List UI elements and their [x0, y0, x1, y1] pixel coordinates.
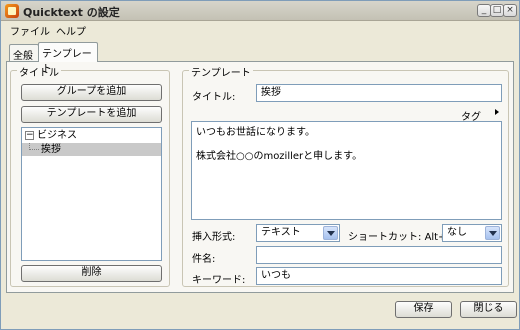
chevron-down-icon[interactable] — [485, 226, 500, 240]
tree-item-greeting[interactable]: 挨拶 — [22, 143, 161, 156]
template-body-textarea[interactable]: いつもお世話になります。 株式会社○○のmozillerと申します。 — [191, 121, 502, 220]
tab-template[interactable]: テンプレート — [38, 42, 98, 75]
add-template-button[interactable]: テンプレートを追加 — [21, 106, 162, 123]
keyword-field[interactable]: いつも — [256, 267, 502, 285]
shortcut-label: ショートカット: Alt+ — [348, 228, 446, 243]
close-button[interactable]: 閉じる — [460, 301, 517, 318]
body-line: いつもお世話になります。 — [196, 127, 315, 138]
body-line: 株式会社○○のmozillerと申します。 — [196, 151, 363, 162]
tab-general[interactable]: 全般 — [9, 44, 39, 62]
shortcut-value: なし — [447, 227, 467, 238]
menu-help[interactable]: ヘルプ — [56, 23, 86, 38]
insert-format-select[interactable]: テキスト — [256, 224, 340, 242]
keyword-label: キーワード: — [192, 275, 246, 286]
window-title: Quicktext の設定 — [23, 6, 120, 19]
title-field[interactable]: 挨拶 — [256, 84, 502, 102]
app-icon — [5, 4, 19, 18]
delete-button[interactable]: 削除 — [21, 265, 162, 282]
tree-connector — [29, 143, 39, 150]
maximize-icon[interactable]: □ — [490, 4, 504, 17]
minimize-icon[interactable]: _ — [477, 4, 491, 17]
subject-label: 件名: — [192, 254, 216, 265]
menu-file[interactable]: ファイル — [10, 23, 50, 38]
shortcut-select[interactable]: なし — [442, 224, 502, 242]
shortcut-label-text: ショートカット: — [348, 232, 422, 243]
chevron-right-icon[interactable] — [495, 109, 499, 115]
insert-format-value: テキスト — [261, 227, 301, 238]
close-icon[interactable]: × — [503, 4, 517, 17]
tree-item-label: 挨拶 — [41, 144, 61, 155]
menubar: ファイル ヘルプ — [1, 21, 519, 39]
title-group-legend: タイトル — [17, 64, 61, 79]
title-bar[interactable]: Quicktext の設定 _ □ × — [1, 1, 519, 21]
save-button[interactable]: 保存 — [395, 301, 452, 318]
collapse-icon[interactable]: − — [25, 131, 34, 140]
subject-field[interactable] — [256, 246, 502, 264]
chevron-down-icon[interactable] — [323, 226, 338, 240]
insert-format-label: 挿入形式: — [192, 232, 236, 243]
tree-group-label: ビジネス — [37, 130, 77, 141]
template-group-legend: テンプレート — [189, 64, 253, 79]
template-tree[interactable]: − ビジネス 挨拶 — [21, 127, 162, 261]
add-group-button[interactable]: グループを追加 — [21, 84, 162, 101]
title-label: タイトル: — [192, 92, 236, 103]
tree-group-business[interactable]: − ビジネス — [22, 129, 161, 142]
